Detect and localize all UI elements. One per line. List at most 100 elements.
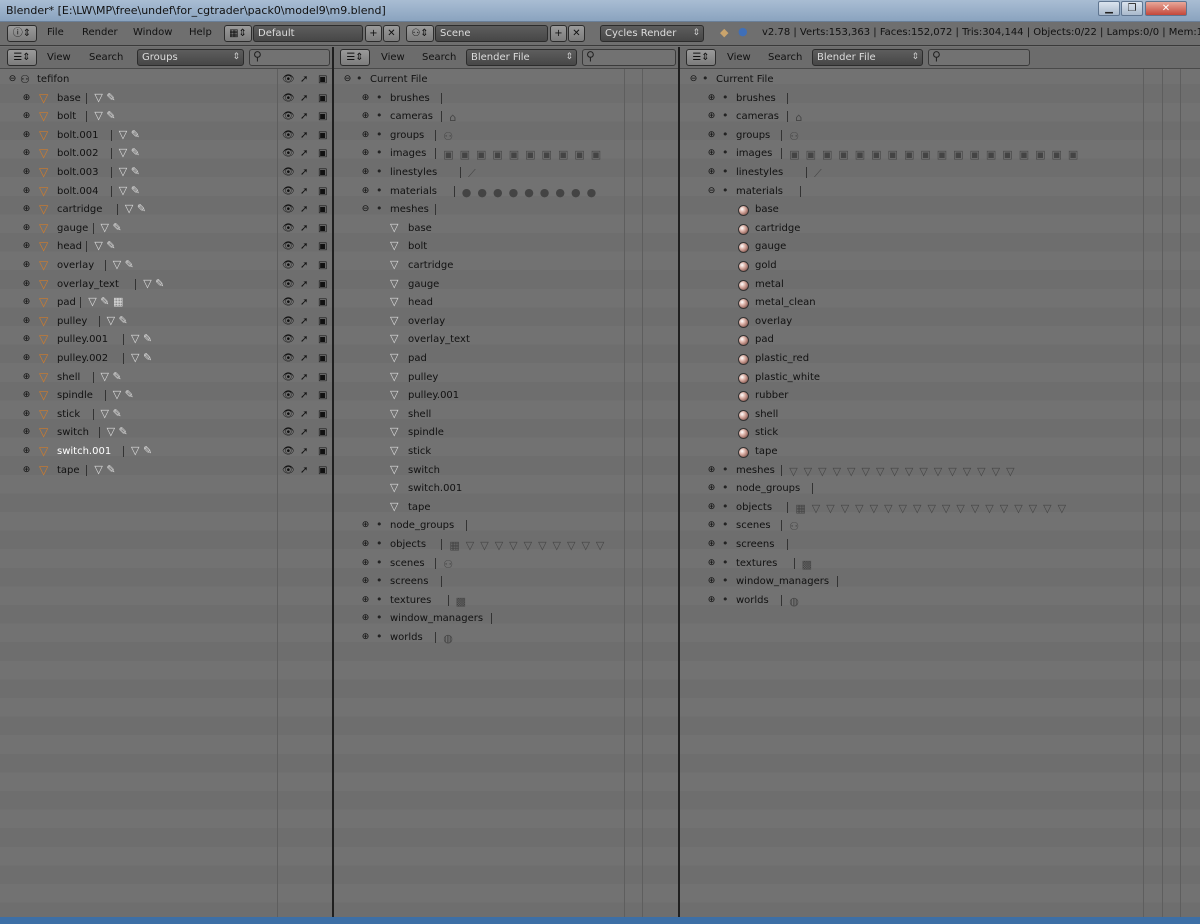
tree-item-linestyles[interactable]: ⊕ • linestyles ⟋ bbox=[680, 164, 1200, 182]
expand-toggle-icon[interactable]: ⊕ bbox=[707, 130, 716, 140]
expand-toggle-icon[interactable]: ⊕ bbox=[707, 595, 716, 605]
tree-item-object[interactable]: ⊕ ▽ pulley.002 ▽ ✎ 👁 ➚ ▣ bbox=[0, 350, 332, 368]
display-mode-dropdown[interactable]: Blender File bbox=[812, 49, 923, 66]
eye-icon[interactable]: 👁 bbox=[282, 204, 295, 215]
expand-toggle-icon[interactable]: ⊕ bbox=[707, 558, 716, 568]
eye-icon[interactable]: 👁 bbox=[282, 148, 295, 159]
render-icon[interactable]: ▣ bbox=[318, 204, 327, 215]
tree-item-object[interactable]: ⊕ ▽ spindle ▽ ✎ 👁 ➚ ▣ bbox=[0, 387, 332, 405]
close-button[interactable]: ✕ bbox=[1145, 1, 1187, 16]
expand-toggle-icon[interactable]: ⊕ bbox=[707, 168, 716, 177]
display-mode-dropdown[interactable]: Blender File bbox=[466, 49, 577, 66]
eye-icon[interactable]: 👁 bbox=[282, 409, 295, 420]
expand-toggle-icon[interactable]: ⊕ bbox=[361, 521, 370, 530]
eye-icon[interactable]: 👁 bbox=[282, 446, 295, 457]
expand-toggle-icon[interactable]: ⊕ bbox=[22, 186, 31, 196]
scene-add-button[interactable]: + bbox=[550, 25, 567, 42]
eye-icon[interactable]: 👁 bbox=[282, 297, 295, 308]
outliner-type-button[interactable]: ☰⇕ bbox=[7, 49, 37, 66]
tree-item-object[interactable]: ⊕ ▽ gauge ▽ ✎ 👁 ➚ ▣ bbox=[0, 220, 332, 238]
eye-icon[interactable]: 👁 bbox=[282, 241, 295, 252]
expand-toggle-icon[interactable]: ⊕ bbox=[22, 93, 31, 103]
cursor-icon[interactable]: ➚ bbox=[300, 372, 308, 383]
expand-toggle-icon[interactable]: ⊕ bbox=[361, 614, 370, 623]
expand-toggle-icon[interactable]: ⊕ bbox=[22, 279, 31, 289]
expand-toggle-icon[interactable]: ⊕ bbox=[22, 223, 31, 233]
tree-item-material[interactable]: plastic_white bbox=[680, 369, 1200, 387]
tree-item-material[interactable]: overlay bbox=[680, 313, 1200, 331]
expand-toggle-icon[interactable]: ⊕ bbox=[22, 130, 31, 140]
tree-item-worlds[interactable]: ⊕ • worlds ◍ bbox=[334, 629, 678, 647]
render-icon[interactable]: ▣ bbox=[318, 409, 327, 420]
tree-item-mesh[interactable]: ▽ cartridge bbox=[334, 257, 678, 275]
eye-icon[interactable]: 👁 bbox=[282, 186, 295, 197]
render-icon[interactable]: ▣ bbox=[318, 390, 327, 401]
render-icon[interactable]: ▣ bbox=[318, 353, 327, 364]
expand-toggle-icon[interactable]: ⊕ bbox=[707, 149, 716, 158]
tree-item-mesh[interactable]: ▽ overlay_text bbox=[334, 331, 678, 349]
expand-toggle-icon[interactable]: ⊕ bbox=[361, 93, 370, 103]
scene-field[interactable]: Scene bbox=[435, 25, 548, 42]
expand-toggle-icon[interactable]: ⊕ bbox=[361, 130, 370, 140]
render-icon[interactable]: ▣ bbox=[318, 427, 327, 438]
tree-item-object[interactable]: ⊕ ▽ switch.001 ▽ ✎ 👁 ➚ ▣ bbox=[0, 443, 332, 461]
expand-toggle-icon[interactable]: ⊕ bbox=[22, 391, 31, 400]
expand-toggle-icon[interactable]: ⊖ bbox=[361, 205, 370, 214]
cursor-icon[interactable]: ➚ bbox=[300, 241, 308, 252]
cursor-icon[interactable]: ➚ bbox=[300, 409, 308, 420]
expand-toggle-icon[interactable]: ⊕ bbox=[361, 149, 370, 158]
expand-toggle-icon[interactable]: ⊕ bbox=[361, 540, 370, 549]
render-icon[interactable]: ▣ bbox=[318, 93, 327, 104]
tree-item-mesh[interactable]: ▽ gauge bbox=[334, 276, 678, 294]
tree-item-brushes[interactable]: ⊕ • brushes bbox=[334, 90, 678, 108]
tree-item-images[interactable]: ⊕ • images ▣▣▣▣▣▣▣▣▣▣▣▣▣▣▣▣▣▣ bbox=[680, 145, 1200, 163]
expand-toggle-icon[interactable]: ⊕ bbox=[707, 465, 716, 475]
layout-remove-button[interactable]: ✕ bbox=[383, 25, 400, 42]
render-icon[interactable]: ▣ bbox=[318, 74, 327, 85]
render-icon[interactable]: ▣ bbox=[318, 279, 327, 290]
expand-toggle-icon[interactable]: ⊕ bbox=[22, 465, 31, 475]
expand-toggle-icon[interactable]: ⊕ bbox=[22, 261, 31, 270]
tree-item-material[interactable]: base bbox=[680, 201, 1200, 219]
tree-item-textures[interactable]: ⊕ • textures ▩ bbox=[680, 555, 1200, 573]
cursor-icon[interactable]: ➚ bbox=[300, 93, 308, 104]
tree-item-meshes[interactable]: ⊕ • meshes ▽▽▽▽▽▽▽▽▽▽▽▽▽▽▽▽ bbox=[680, 462, 1200, 480]
tree-item-object[interactable]: ⊕ ▽ overlay ▽ ✎ 👁 ➚ ▣ bbox=[0, 257, 332, 275]
tree-item-material[interactable]: plastic_red bbox=[680, 350, 1200, 368]
expand-toggle-icon[interactable]: ⊕ bbox=[22, 409, 31, 419]
cursor-icon[interactable]: ➚ bbox=[300, 111, 308, 122]
tree-item-object[interactable]: ⊕ ▽ overlay_text ▽ ✎ 👁 ➚ ▣ bbox=[0, 276, 332, 294]
cursor-icon[interactable]: ➚ bbox=[300, 465, 308, 476]
menu-search[interactable]: Search bbox=[422, 52, 456, 63]
menu-view[interactable]: View bbox=[47, 52, 71, 63]
expand-toggle-icon[interactable]: ⊕ bbox=[22, 205, 31, 214]
layout-field[interactable]: Default bbox=[253, 25, 363, 42]
expand-toggle-icon[interactable]: ⊕ bbox=[22, 298, 31, 307]
tree-item-brushes[interactable]: ⊕ • brushes bbox=[680, 90, 1200, 108]
tree-item-mesh[interactable]: ▽ pulley bbox=[334, 369, 678, 387]
eye-icon[interactable]: 👁 bbox=[282, 316, 295, 327]
expand-toggle-icon[interactable]: ⊖ bbox=[689, 75, 698, 84]
expand-toggle-icon[interactable]: ⊕ bbox=[707, 93, 716, 103]
expand-toggle-icon[interactable]: ⊕ bbox=[22, 242, 31, 251]
expand-toggle-icon[interactable]: ⊕ bbox=[22, 354, 31, 363]
expand-toggle-icon[interactable]: ⊕ bbox=[361, 577, 370, 586]
cursor-icon[interactable]: ➚ bbox=[300, 260, 308, 271]
render-icon[interactable]: ▣ bbox=[318, 372, 327, 383]
tree-item-textures[interactable]: ⊕ • textures ▩ bbox=[334, 592, 678, 610]
menu-search[interactable]: Search bbox=[768, 52, 802, 63]
eye-icon[interactable]: 👁 bbox=[282, 390, 295, 401]
cursor-icon[interactable]: ➚ bbox=[300, 130, 308, 141]
expand-toggle-icon[interactable]: ⊕ bbox=[22, 112, 31, 121]
minimize-button[interactable]: ▁ bbox=[1098, 1, 1120, 16]
render-icon[interactable]: ▣ bbox=[318, 167, 327, 178]
tree-item-object[interactable]: ⊕ ▽ tape ▽ ✎ 👁 ➚ ▣ bbox=[0, 462, 332, 480]
search-input[interactable] bbox=[928, 49, 1030, 66]
tree-item-material[interactable]: tape bbox=[680, 443, 1200, 461]
tree-item-object[interactable]: ⊕ ▽ pulley ▽ ✎ 👁 ➚ ▣ bbox=[0, 313, 332, 331]
menu-view[interactable]: View bbox=[381, 52, 405, 63]
tree-item-cameras[interactable]: ⊕ • cameras ⌂ bbox=[680, 108, 1200, 126]
expand-toggle-icon[interactable]: ⊕ bbox=[361, 112, 370, 121]
search-input[interactable] bbox=[582, 49, 676, 66]
outliner-type-button[interactable]: ☰⇕ bbox=[686, 49, 716, 66]
